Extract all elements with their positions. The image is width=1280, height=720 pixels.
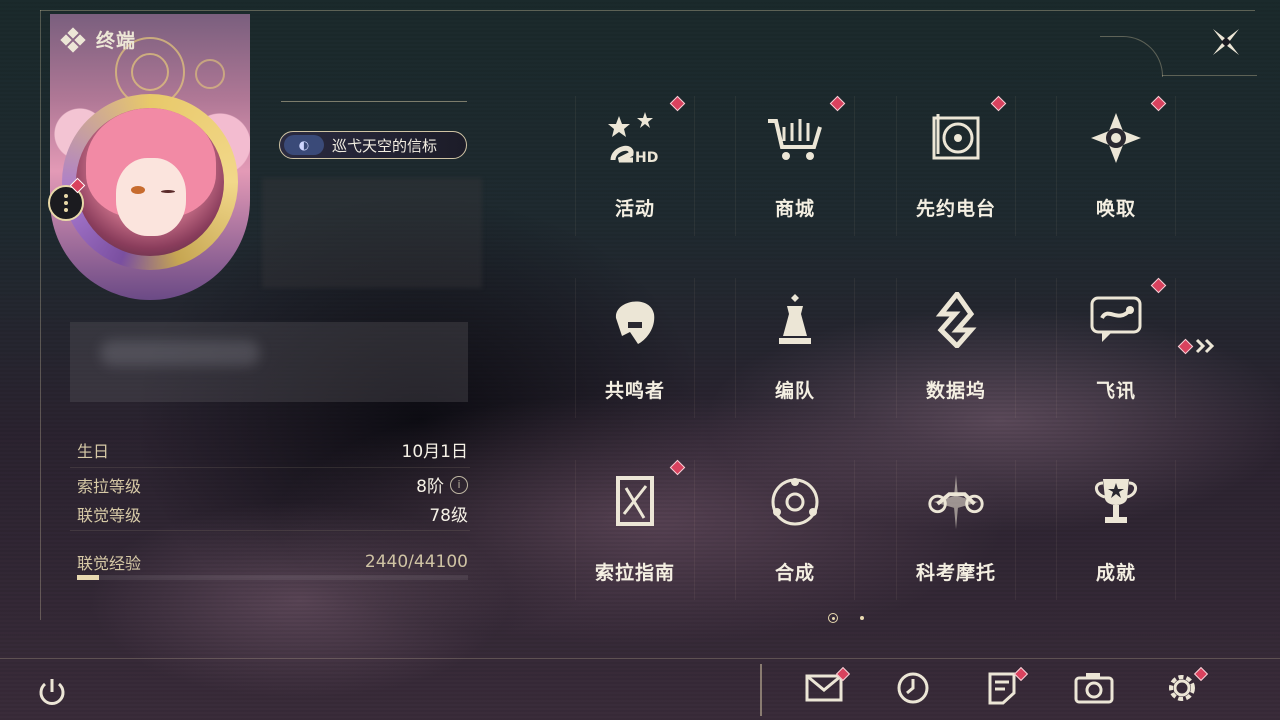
clock-button[interactable] xyxy=(891,670,935,710)
more-dot xyxy=(64,194,68,198)
title-badge-logo-icon: ◐ xyxy=(284,135,324,155)
close-button[interactable] xyxy=(1206,22,1246,62)
menu-item-shop-cart-crown[interactable]: 商城 xyxy=(735,95,855,236)
notice-button[interactable] xyxy=(980,666,1029,710)
stat-label: 生日 xyxy=(77,441,110,461)
message-chat-icon xyxy=(1084,288,1148,352)
badge-dot xyxy=(1177,338,1194,354)
camera-button[interactable] xyxy=(1072,670,1116,710)
stat-union-exp: 联觉经验 2440/44100 xyxy=(77,550,468,574)
notice-icon xyxy=(987,671,1017,709)
avatar[interactable] xyxy=(76,108,224,256)
mail-button[interactable] xyxy=(802,666,851,710)
clock-icon xyxy=(896,671,930,709)
frame-line-bottom xyxy=(0,658,1280,659)
menu-item-label: 先约电台 xyxy=(915,198,996,220)
exp-progress-fill xyxy=(77,575,99,580)
stat-sola-level: 索拉等级 8阶 i xyxy=(77,472,468,497)
power-button[interactable] xyxy=(33,673,71,711)
data-dock-icon xyxy=(924,288,988,352)
stat-value: 78级 xyxy=(429,506,468,526)
menu-item-label: 唤取 xyxy=(1095,198,1136,220)
menu-item-label: 索拉指南 xyxy=(594,562,675,584)
page-indicator xyxy=(828,613,864,623)
menu-item-label: 科考摩托 xyxy=(915,562,996,584)
summon-compass-icon xyxy=(1084,106,1148,170)
event-2hd-icon: HD xyxy=(603,106,667,170)
avatar-eye-left xyxy=(131,186,145,194)
exp-progress-bar xyxy=(77,575,468,580)
diamond-cluster-icon xyxy=(60,26,86,53)
stat-divider xyxy=(70,467,470,468)
stat-union-level: 联觉等级 78级 xyxy=(77,501,468,527)
title-badge-text: 巡弋天空的信标 xyxy=(332,136,438,155)
page-dot[interactable] xyxy=(860,616,864,620)
guide-book-icon xyxy=(603,470,667,534)
signature-blurred-area xyxy=(70,322,468,402)
info-icon[interactable]: i xyxy=(450,475,468,494)
menu-item-label: 商城 xyxy=(774,198,815,220)
menu-item-summon-compass[interactable]: 唤取 xyxy=(1056,95,1176,236)
avatar-face xyxy=(116,158,186,236)
more-dot xyxy=(64,201,68,205)
stat-label: 联觉等级 xyxy=(77,505,142,525)
trophy-icon xyxy=(1084,470,1148,534)
stat-value: 2440/44100 xyxy=(364,552,468,572)
name-blurred-area xyxy=(262,178,482,288)
stat-value-wrap: 8阶 i xyxy=(416,472,468,497)
title-badge[interactable]: ◐ 巡弋天空的信标 xyxy=(279,131,467,159)
menu-item-label: 飞讯 xyxy=(1095,380,1136,402)
menu-item-resonator-head[interactable]: 共鸣者 xyxy=(575,278,695,418)
menu-item-team-chess[interactable]: 编队 xyxy=(735,278,855,418)
menu-item-synthesis[interactable]: 合成 xyxy=(735,460,855,600)
avatar-eye-right xyxy=(161,190,175,193)
frame-line-top xyxy=(40,10,1255,11)
menu-item-message-chat[interactable]: 飞讯 xyxy=(1056,277,1176,418)
settings-button[interactable] xyxy=(1160,666,1209,710)
radio-record-icon xyxy=(924,106,988,170)
stat-value: 8阶 xyxy=(416,477,444,497)
next-page-button[interactable] xyxy=(1177,338,1217,354)
menu-item-label: 成就 xyxy=(1095,562,1136,584)
svg-text:HD: HD xyxy=(635,150,658,166)
menu-item-label: 数据坞 xyxy=(925,380,986,402)
menu-item-motorbike[interactable]: 科考摩托 xyxy=(896,460,1016,600)
mail-icon xyxy=(805,674,843,706)
stat-label: 联觉经验 xyxy=(77,554,142,573)
menu-item-label: 活动 xyxy=(614,198,655,220)
title-divider xyxy=(281,101,467,102)
stat-divider xyxy=(70,530,470,531)
power-icon xyxy=(39,679,65,705)
frame-line-left xyxy=(40,10,41,620)
frame-line-top-right xyxy=(1162,75,1257,76)
menu-item-guide-book[interactable]: 索拉指南 xyxy=(575,459,695,600)
page-title: 终端 xyxy=(96,30,137,52)
team-chess-icon xyxy=(763,288,827,352)
shop-cart-crown-icon xyxy=(763,106,827,170)
menu-item-label: 编队 xyxy=(774,380,815,402)
page-header: 终端 xyxy=(60,26,137,53)
resonator-head-icon xyxy=(603,288,667,352)
synthesis-icon xyxy=(763,470,827,534)
stat-birthday: 生日 10月1日 xyxy=(77,437,468,463)
menu-item-trophy[interactable]: 成就 xyxy=(1056,460,1176,600)
stat-label: 索拉等级 xyxy=(77,476,142,496)
camera-icon xyxy=(1074,672,1114,708)
stat-value: 10月1日 xyxy=(401,442,468,462)
menu-item-data-dock[interactable]: 数据坞 xyxy=(896,278,1016,418)
bottom-bar-separator xyxy=(760,664,762,716)
page-dot-active[interactable] xyxy=(828,613,838,623)
motorbike-icon xyxy=(924,470,988,534)
more-dot xyxy=(64,208,68,212)
menu-item-label: 合成 xyxy=(774,562,815,584)
menu-item-event-2hd[interactable]: HD 活动 xyxy=(575,95,695,236)
close-icon xyxy=(1213,29,1239,55)
menu-item-label: 共鸣者 xyxy=(604,380,665,402)
double-chevron-right-icon xyxy=(1195,338,1215,354)
menu-item-radio-record[interactable]: 先约电台 xyxy=(896,95,1016,236)
gear-icon xyxy=(1164,670,1200,710)
